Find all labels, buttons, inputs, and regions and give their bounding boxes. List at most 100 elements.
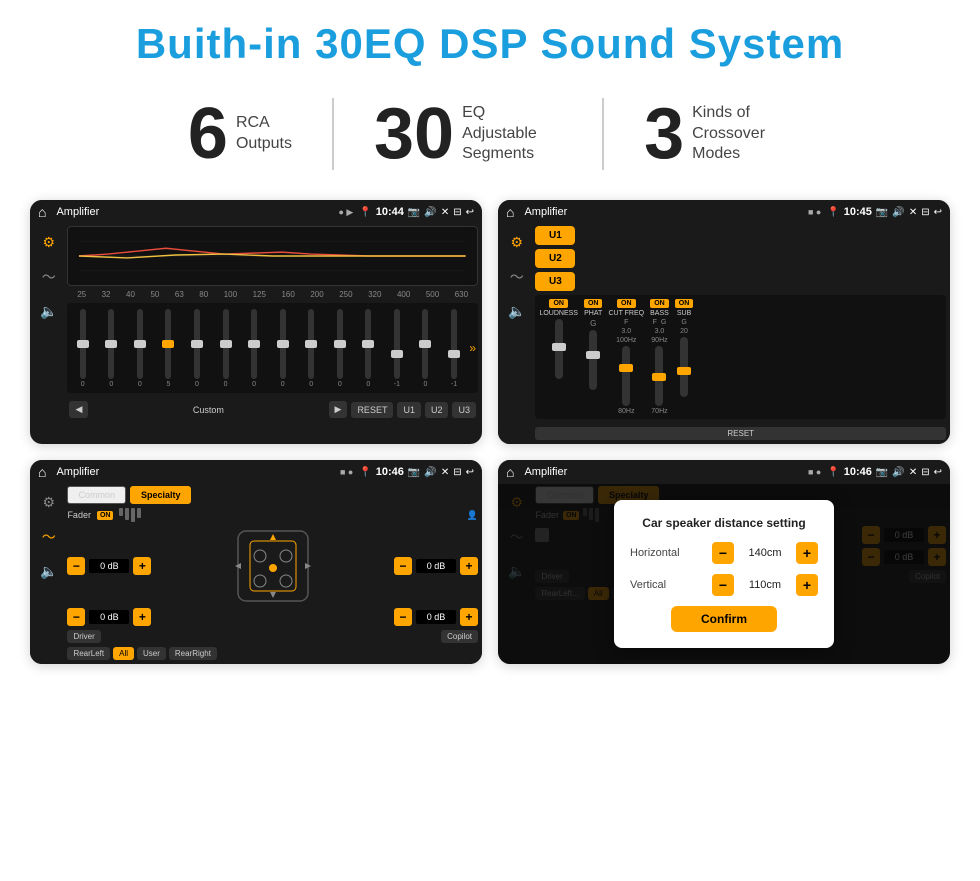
eq-controls: ◀ Custom ▶ RESET U1 U2 U3 [67,397,478,422]
eq-layout: ⚙ 〜 🔈 [34,226,478,422]
reset-button-1[interactable]: RESET [351,402,393,418]
slider-track-11[interactable] [394,309,400,379]
user-btn[interactable]: User [137,647,166,660]
slider-track-2[interactable] [137,309,143,379]
minimize-icon-1[interactable]: ⊟ [453,207,461,218]
eq-filter-icon[interactable]: ⚙ [38,230,59,255]
slider-track-9[interactable] [337,309,343,379]
status-icons-3: 📍 10:46 📷 🔊 ✕ ⊟ ↩ [359,466,474,478]
u1-preset[interactable]: U1 [535,226,575,245]
eq-slider-4: 0 [184,309,211,388]
slider-track-3[interactable] [165,309,171,379]
speaker-icon-3[interactable]: 🔈 [36,559,61,584]
wave-icon-2[interactable]: 〜 [506,263,528,291]
u1-button-1[interactable]: U1 [397,402,421,418]
bass-label: BASS [650,310,669,317]
slider-track-4[interactable] [194,309,200,379]
u2-button-1[interactable]: U2 [425,402,449,418]
status-icons-2: 📍 10:45 📷 🔊 ✕ ⊟ ↩ [827,206,942,218]
confirm-button[interactable]: Confirm [671,606,777,632]
close-icon-3[interactable]: ✕ [441,467,449,478]
horizontal-plus[interactable]: + [796,542,818,564]
wave-icon[interactable]: 〜 [38,263,60,291]
vertical-plus[interactable]: + [796,574,818,596]
volume-icon-2: 🔊 [892,207,904,218]
vol-plus-left-2[interactable]: + [133,608,151,626]
vol-plus-right-1[interactable]: + [460,557,478,575]
slider-track-8[interactable] [308,309,314,379]
camera-icon-2: 📷 [876,207,888,218]
close-icon-4[interactable]: ✕ [909,467,917,478]
time-1: 10:44 [376,206,404,218]
slider-track-0[interactable] [80,309,86,379]
loudness-slider[interactable] [555,319,563,379]
vol-minus-left-2[interactable]: − [67,608,85,626]
slider-track-13[interactable] [451,309,457,379]
horizontal-label: Horizontal [630,547,680,559]
vol-plus-right-2[interactable]: + [460,608,478,626]
u3-button-1[interactable]: U3 [452,402,476,418]
status-bar-3: ⌂ Amplifier ■ ● 📍 10:46 📷 🔊 ✕ ⊟ ↩ [30,460,482,484]
slider-track-5[interactable] [223,309,229,379]
play-button[interactable]: ▶ [329,401,348,418]
cutfreq-slider[interactable] [622,346,630,406]
common-tab[interactable]: Common [67,486,126,504]
expand-icon[interactable]: » [469,341,476,355]
eq-icon-3[interactable]: ⚙ [38,490,59,515]
vol-minus-left-1[interactable]: − [67,557,85,575]
back-icon-1[interactable]: ↩ [466,207,474,218]
vol-plus-left-1[interactable]: + [133,557,151,575]
vertical-minus[interactable]: − [712,574,734,596]
amp-layout: ⚙ 〜 🔈 U1 U2 U3 [502,226,946,440]
vol-display-left-2: 0 dB [89,610,129,624]
home-icon-2[interactable]: ⌂ [506,204,514,220]
slider-track-12[interactable] [422,309,428,379]
back-icon-3[interactable]: ↩ [466,467,474,478]
wave-icon-3[interactable]: 〜 [38,523,60,551]
home-icon-4[interactable]: ⌂ [506,464,514,480]
u2-preset[interactable]: U2 [535,249,575,268]
vol-right-1: − 0 dB + [394,557,478,575]
slider-track-10[interactable] [365,309,371,379]
stats-row: 6 RCAOutputs 30 EQ AdjustableSegments 3 … [30,98,950,170]
driver-btn[interactable]: Driver [67,630,100,643]
vol-minus-right-1[interactable]: − [394,557,412,575]
slider-track-7[interactable] [280,309,286,379]
rearleft-btn[interactable]: RearLeft [67,647,110,660]
speaker-icon[interactable]: 🔈 [36,299,61,324]
rearright-btn[interactable]: RearRight [169,647,217,660]
specialty-tab[interactable]: Specialty [130,486,192,504]
page-container: Buith-in 30EQ DSP Sound System 6 RCAOutp… [0,0,980,684]
close-icon-1[interactable]: ✕ [441,207,449,218]
slider-track-1[interactable] [108,309,114,379]
home-icon-3[interactable]: ⌂ [38,464,46,480]
minimize-icon-4[interactable]: ⊟ [921,467,929,478]
cutfreq-on: ON [617,299,636,308]
speaker-icon-2[interactable]: 🔈 [504,299,529,324]
record-icon-2: ■ ● [808,207,821,217]
expand-arrows[interactable]: » [469,341,476,355]
vol-minus-right-2[interactable]: − [394,608,412,626]
back-icon-4[interactable]: ↩ [934,467,942,478]
copilot-btn[interactable]: Copilot [441,630,478,643]
minimize-icon-2[interactable]: ⊟ [921,207,929,218]
back-icon-2[interactable]: ↩ [934,207,942,218]
home-icon-1[interactable]: ⌂ [38,204,46,220]
cs-tabs: Common Specialty [67,486,478,504]
bass-slider[interactable] [655,346,663,406]
eq-icon-2[interactable]: ⚙ [506,230,527,255]
minimize-icon-3[interactable]: ⊟ [453,467,461,478]
horizontal-minus[interactable]: − [712,542,734,564]
eq-slider-7: 0 [269,309,296,388]
prev-button[interactable]: ◀ [69,401,88,418]
car-diagram [228,526,318,606]
u3-preset[interactable]: U3 [535,272,575,291]
reset-button-2[interactable]: RESET [535,427,946,440]
slider-track-6[interactable] [251,309,257,379]
all-btn[interactable]: All [113,647,134,660]
preset-row-2: RearLeft All User RearRight [67,647,478,660]
close-icon-2[interactable]: ✕ [909,207,917,218]
app-name-1: Amplifier [56,206,332,218]
sub-slider[interactable] [680,337,688,397]
phat-slider[interactable] [589,330,597,390]
